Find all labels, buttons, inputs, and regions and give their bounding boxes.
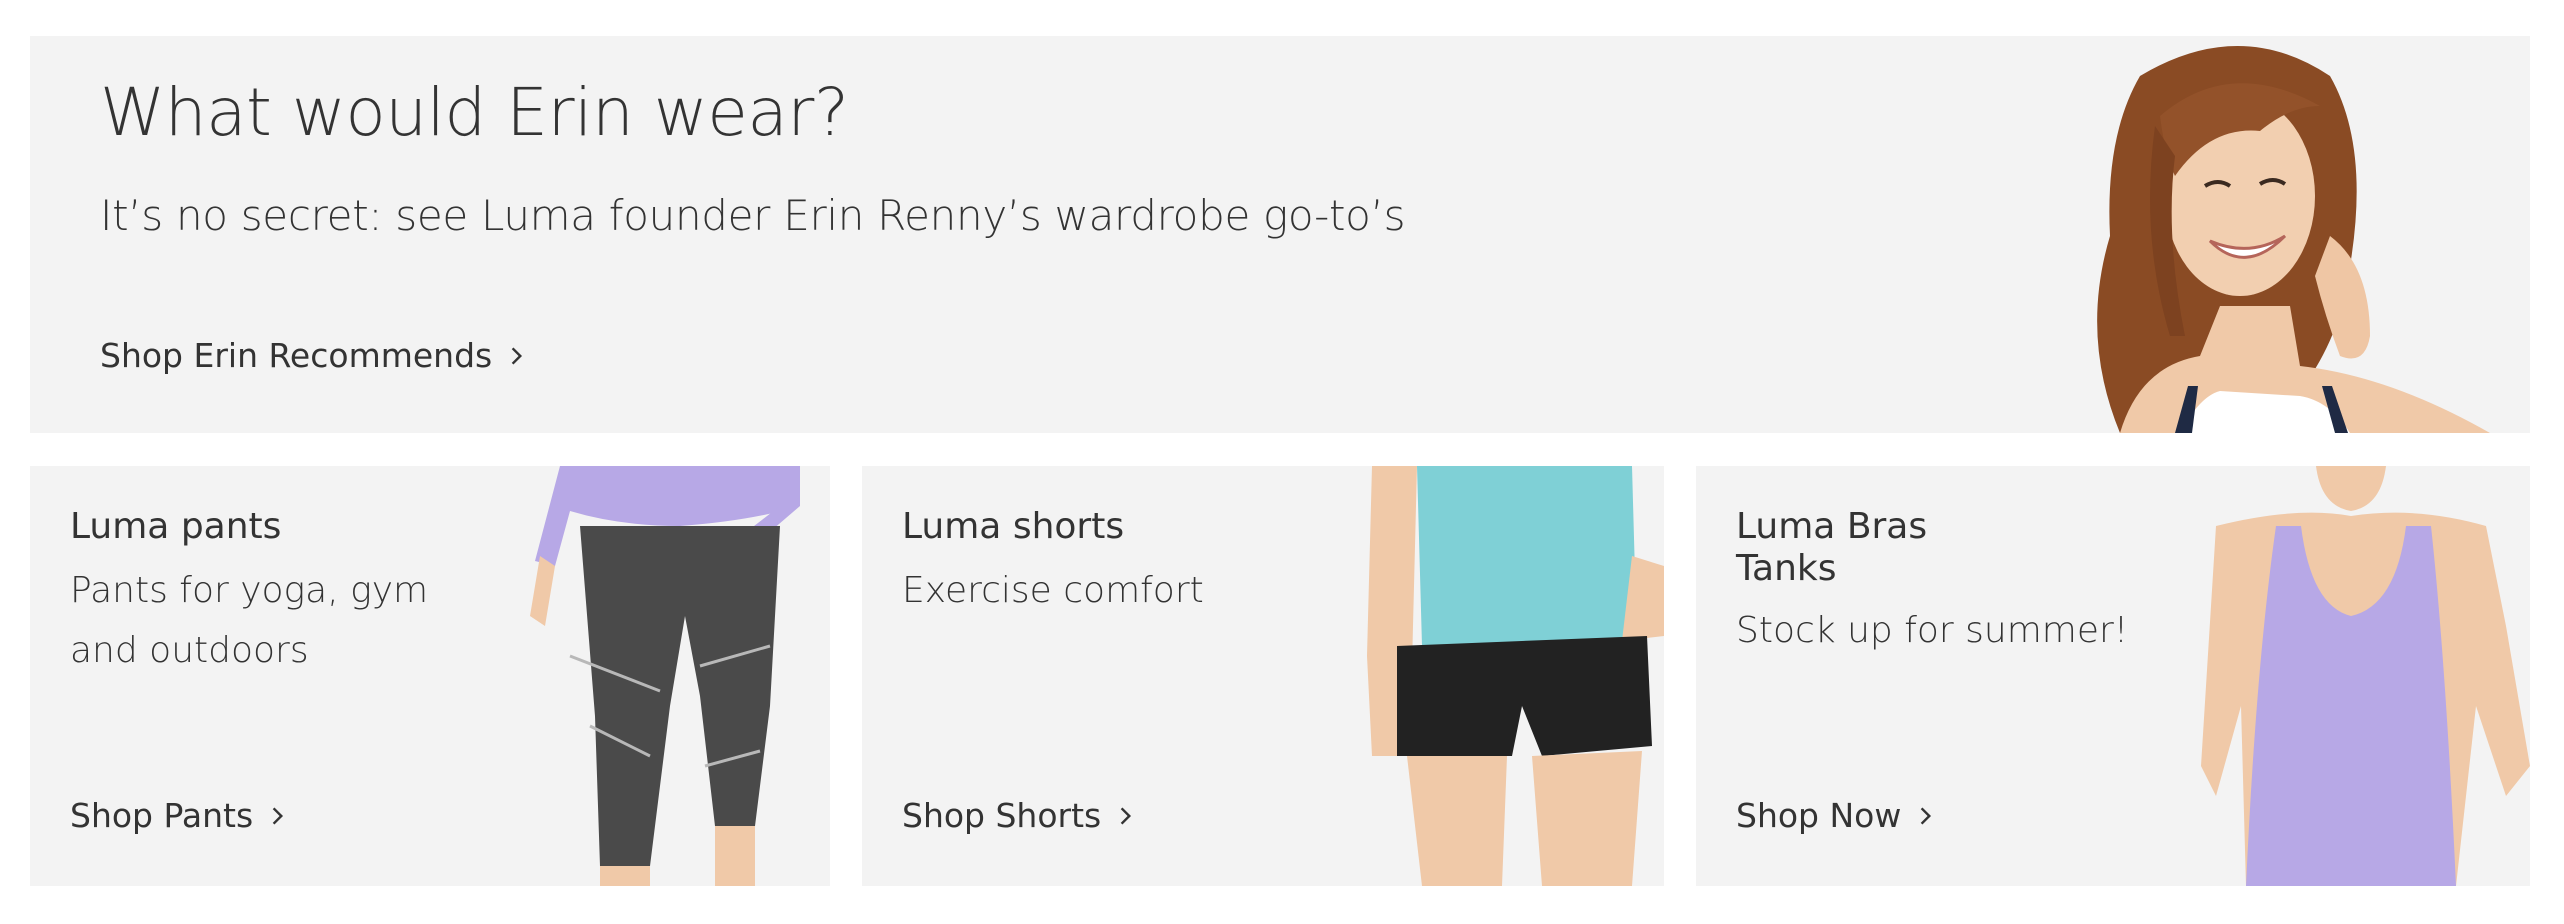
hero-title: What would Erin wear? [100, 74, 849, 151]
pants-model-image [530, 466, 800, 886]
card-title: Luma shorts [902, 506, 1125, 547]
shop-shorts-link[interactable]: Shop Shorts [902, 796, 1137, 835]
hero-subtitle: It’s no secret: see Luma founder Erin Re… [100, 191, 1406, 240]
shop-erin-recommends-link[interactable]: Shop Erin Recommends [100, 336, 528, 375]
card-description: Exercise comfort [902, 570, 1204, 611]
luma-pants-card[interactable]: Luma pants Pants for yoga, gym and outdo… [30, 466, 830, 886]
shop-pants-link[interactable]: Shop Pants [70, 796, 289, 835]
card-description: Pants for yoga, gym and outdoors [70, 570, 429, 671]
card-title: Luma pants [70, 506, 282, 547]
luma-bras-tanks-card[interactable]: Luma Bras Tanks Stock up for summer! Sho… [1696, 466, 2530, 886]
erin-recommends-banner[interactable]: What would Erin wear? It’s no secret: se… [30, 36, 2530, 433]
chevron-right-icon [511, 346, 523, 365]
shop-shorts-label: Shop Shorts [902, 796, 1102, 835]
card-description: Stock up for summer! [1736, 610, 2129, 651]
shop-now-link[interactable]: Shop Now [1736, 796, 1937, 835]
chevron-right-icon [1120, 806, 1132, 825]
chevron-right-icon [1921, 806, 1932, 825]
card-title: Luma Bras Tanks [1736, 506, 1928, 589]
luma-shorts-card[interactable]: Luma shorts Exercise comfort Shop Shorts [862, 466, 1664, 886]
shop-pants-label: Shop Pants [70, 796, 254, 835]
tank-model-image [2201, 466, 2530, 886]
erin-portrait-image [2097, 46, 2490, 433]
chevron-right-icon [272, 806, 284, 825]
shorts-model-image [1367, 466, 1664, 886]
shop-erin-recommends-label: Shop Erin Recommends [100, 336, 493, 375]
shop-now-label: Shop Now [1736, 796, 1902, 835]
